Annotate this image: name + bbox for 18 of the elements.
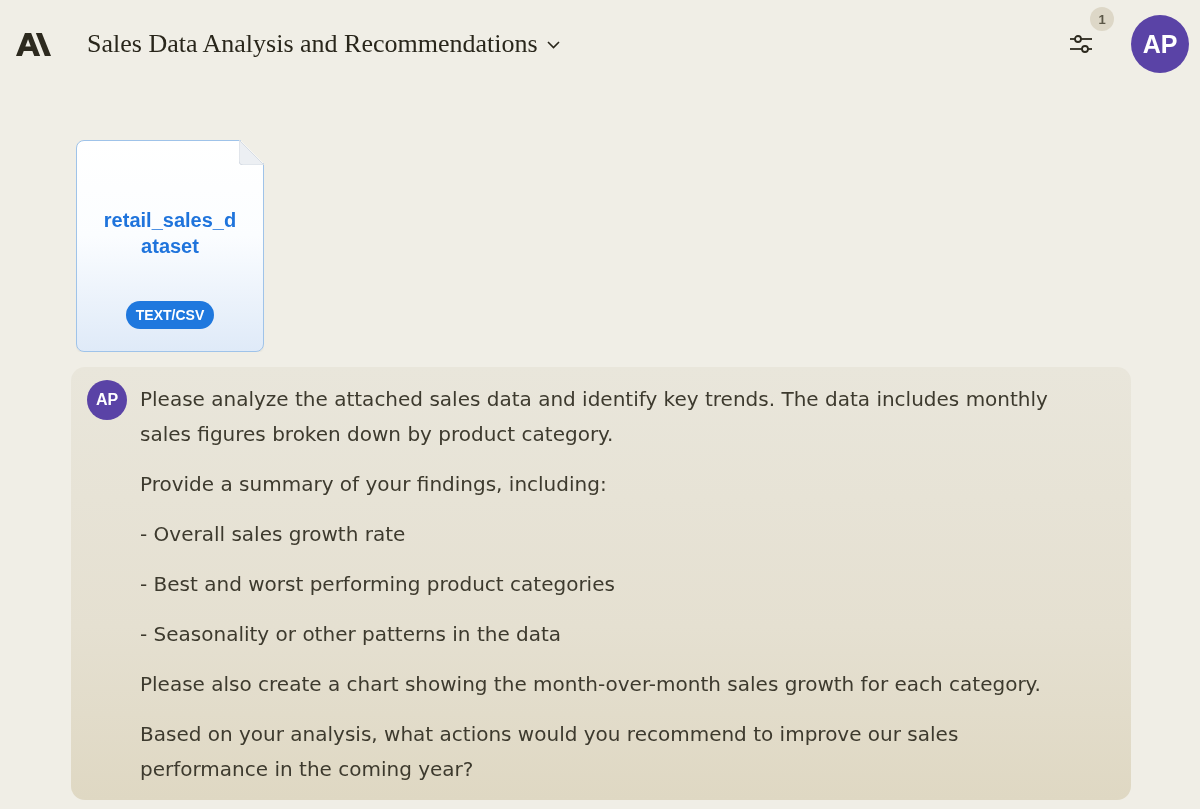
message-text: Based on your analysis, what actions would you recommend to improve our sales performance in the coming year?: [140, 721, 960, 783]
message-text: Please analyze the attached sales data and identify key trends. The data includes monthly sales figures broken down by product category.: [140, 386, 1049, 448]
count-badge: 1: [1090, 7, 1114, 31]
user-avatar: AP: [87, 380, 127, 420]
file-card[interactable]: retail_sales_dataset TEXT/CSV: [76, 140, 264, 352]
chevron-down-icon: [546, 40, 560, 49]
message-text: Please also create a chart showing the month-over-month sales growth for each category.: [140, 671, 1042, 698]
file-name: retail_sales_dataset: [102, 208, 238, 259]
message-text: - Overall sales growth rate: [140, 521, 407, 548]
message-text: Provide a summary of your findings, including:: [140, 471, 608, 498]
sliders-icon: [1069, 35, 1093, 53]
message-text: - Seasonality or other patterns in the data: [140, 621, 563, 648]
message-text: - Best and worst performing product categories: [140, 571, 616, 598]
chat-title-dropdown[interactable]: Sales Data Analysis and Recommendations: [87, 25, 560, 63]
file-type-label: TEXT/CSV: [125, 301, 215, 329]
user-avatar[interactable]: AP: [1131, 15, 1189, 73]
logo-icon: [16, 32, 51, 56]
folded-corner-icon: [239, 140, 264, 165]
